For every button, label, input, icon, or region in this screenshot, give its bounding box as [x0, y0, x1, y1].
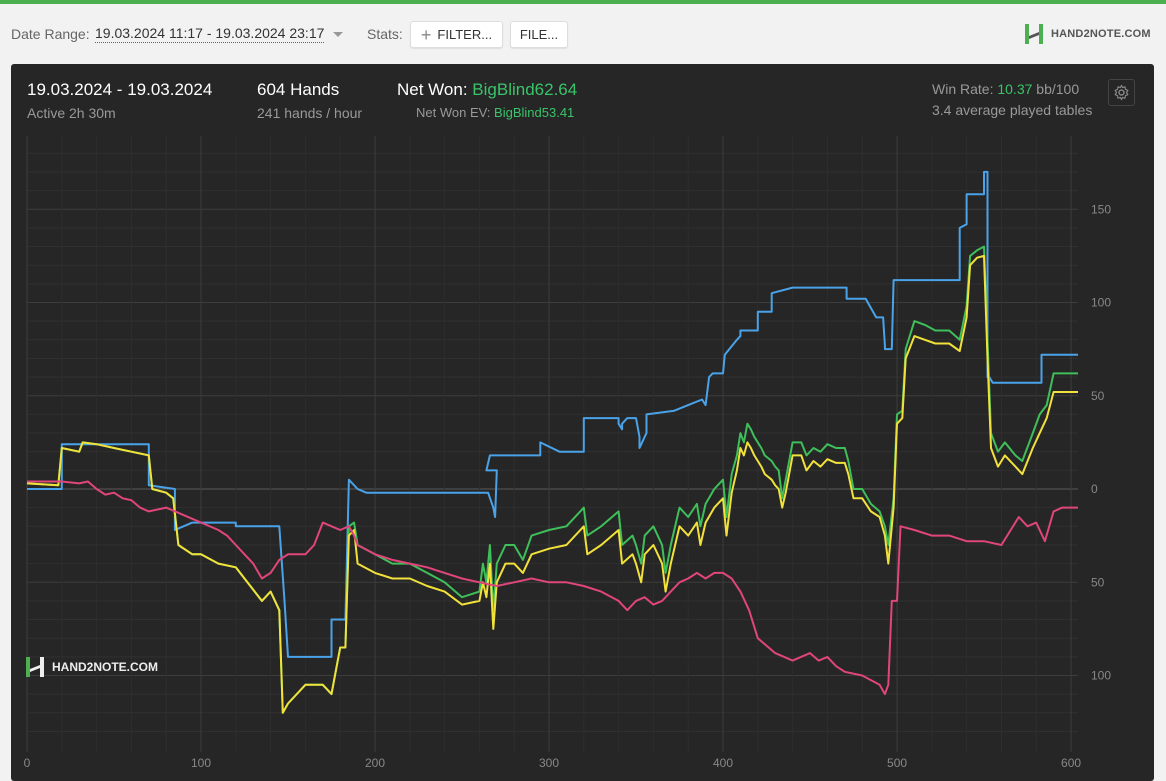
series-line-4 [27, 480, 1078, 696]
watermark: HAND2NOTE.COM [24, 655, 158, 679]
watermark-text: HAND2NOTE.COM [52, 660, 159, 674]
x-tick-label: 300 [539, 756, 559, 770]
y-tick-label: 50 [1091, 575, 1105, 589]
x-tick-label: 0 [24, 756, 31, 770]
y-tick-label: 100 [1091, 296, 1111, 310]
y-tick-label: 0 [1091, 482, 1098, 496]
y-tick-label: 100 [1091, 669, 1111, 683]
x-tick-label: 500 [887, 756, 907, 770]
series-line-3 [26, 254, 1078, 714]
h2n-watermark-icon [26, 657, 44, 677]
graph-chart: 150100500501000 100 200 300 400 500 600 [24, 136, 1111, 770]
y-tick-label: 50 [1091, 389, 1105, 403]
x-tick-label: 600 [1061, 756, 1081, 770]
series-line-2 [26, 245, 1078, 714]
x-tick-label: 400 [713, 756, 733, 770]
y-tick-label: 150 [1091, 202, 1111, 216]
x-tick-label: 100 [191, 756, 211, 770]
x-tick-label: 200 [365, 756, 385, 770]
